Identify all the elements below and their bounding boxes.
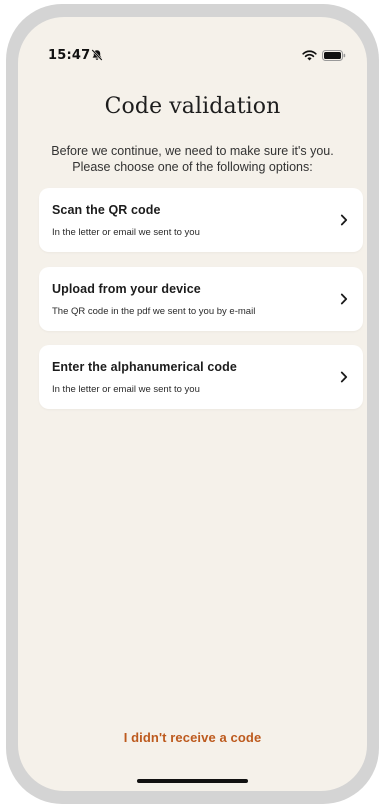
page-subtitle: Before we continue, we need to make sure… — [18, 143, 367, 175]
option-enter-alphanumerical-code[interactable]: Enter the alphanumerical code In the let… — [39, 345, 363, 409]
option-description: In the letter or email we sent to you — [52, 384, 200, 395]
app-screen: 15:47 Code validation Before we continue… — [18, 17, 367, 791]
chevron-right-icon — [340, 214, 348, 226]
home-indicator[interactable] — [137, 779, 248, 783]
bell-slash-icon — [91, 49, 103, 61]
status-time: 15:47 — [48, 48, 91, 63]
battery-icon — [322, 50, 346, 61]
option-title: Upload from your device — [52, 282, 201, 296]
option-title: Scan the QR code — [52, 203, 161, 217]
option-upload-from-device[interactable]: Upload from your device The QR code in t… — [39, 267, 363, 331]
didnt-receive-code-link[interactable]: I didn't receive a code — [18, 730, 367, 745]
option-description: The QR code in the pdf we sent to you by… — [52, 306, 256, 317]
chevron-right-icon — [340, 293, 348, 305]
chevron-right-icon — [340, 371, 348, 383]
subtitle-line: Please choose one of the following optio… — [72, 160, 313, 174]
wifi-icon — [302, 50, 317, 61]
subtitle-line: Before we continue, we need to make sure… — [51, 144, 334, 158]
option-scan-qr-code[interactable]: Scan the QR code In the letter or email … — [39, 188, 363, 252]
phone-frame: 15:47 Code validation Before we continue… — [6, 4, 379, 804]
option-description: In the letter or email we sent to you — [52, 227, 200, 238]
option-title: Enter the alphanumerical code — [52, 360, 237, 374]
page-title: Code validation — [104, 94, 281, 119]
